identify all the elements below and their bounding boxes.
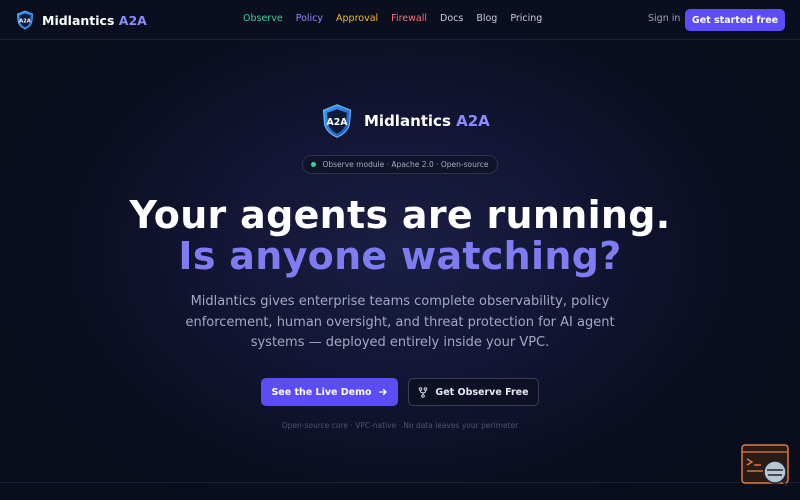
nav-links: Observe Policy Approval Firewall Docs Blog Pri… (243, 13, 542, 24)
module-badge-text: Observe module · Apache 2.0 · Open-sourc… (322, 160, 489, 169)
get-observe-free-button[interactable]: Get Observe Free (408, 378, 539, 406)
chat-support-widget-icon[interactable] (741, 444, 791, 488)
nav-link-observe[interactable]: Observe (243, 13, 283, 24)
hero-brand: A2A Midlantics A2A (320, 103, 490, 139)
brand[interactable]: A2A Midlantics A2A (16, 10, 147, 30)
headline-line-1: Your agents are running. (129, 193, 671, 237)
get-observe-free-button-label: Get Observe Free (435, 386, 529, 398)
live-demo-button-label: See the Live Demo (271, 386, 372, 398)
hero-subtext: Midlantics gives enterprise teams comple… (185, 294, 615, 350)
nav-link-approval[interactable]: Approval (336, 13, 378, 24)
git-fork-icon (419, 386, 428, 398)
nav-link-firewall[interactable]: Firewall (391, 13, 427, 24)
svg-text:A2A: A2A (327, 117, 349, 128)
top-nav: A2A Midlantics A2A Observe Policy Approval… (0, 0, 800, 40)
nav-link-pricing[interactable]: Pricing (510, 13, 542, 24)
svg-text:A2A: A2A (19, 18, 31, 24)
shield-logo-icon: A2A (322, 104, 352, 138)
module-badge: Observe module · Apache 2.0 · Open-sourc… (302, 155, 498, 174)
nav-link-docs[interactable]: Docs (440, 13, 463, 24)
nav-link-blog[interactable]: Blog (476, 13, 497, 24)
headline-line-2: Is anyone watching? (178, 234, 622, 278)
sign-in-link[interactable]: Sign in (648, 13, 680, 24)
brand-name: Midlantics A2A (42, 12, 147, 28)
status-dot-icon (311, 162, 317, 167)
arrow-right-icon (378, 388, 387, 396)
get-started-button[interactable]: Get started free (685, 9, 785, 31)
hero-footnote: Open-source core · VPC-native · No data … (281, 421, 519, 430)
section-divider (0, 482, 800, 483)
shield-logo-icon: A2A (17, 10, 33, 30)
live-demo-button[interactable]: See the Live Demo (261, 378, 398, 406)
hero-brand-name: Midlantics A2A (364, 112, 490, 130)
nav-link-policy[interactable]: Policy (296, 13, 323, 24)
